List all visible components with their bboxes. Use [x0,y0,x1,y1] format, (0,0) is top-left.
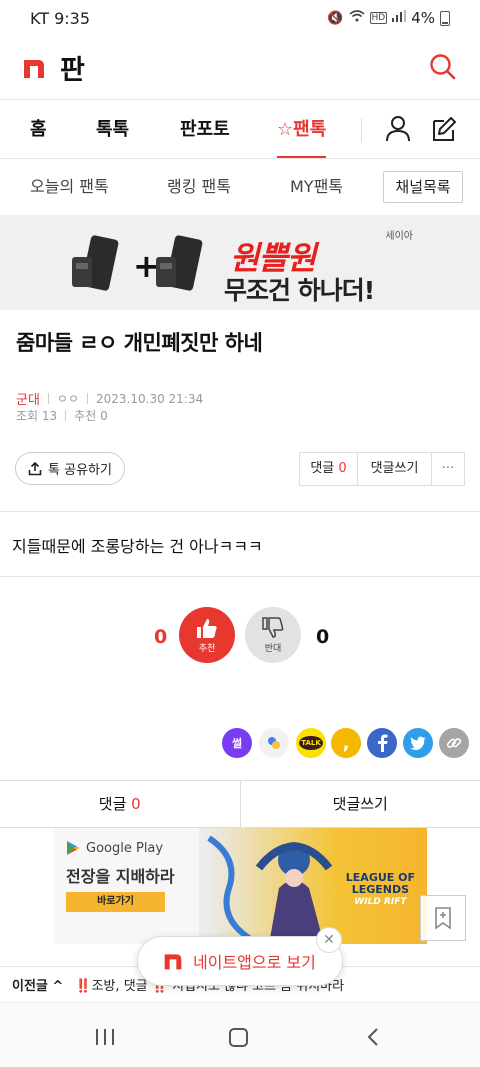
recommend-label: 추천 [198,643,216,654]
play-store-icon [67,841,80,855]
bookmark-button[interactable] [420,895,466,941]
comment-label: 댓글 [310,461,335,476]
gp-ad-title: 전장을 지배하라 [66,867,175,886]
copy-link-icon[interactable] [439,728,469,758]
oppose-label: 반대 [264,643,282,654]
post-views: 조회 13 [16,409,58,423]
sub-nav: 오늘의 팬톡 랭킹 팬톡 MY팬톡 채널목록 [0,159,480,215]
meta-divider [65,410,67,421]
main-nav: 홈 톡톡 판포토 ☆팬톡 [0,100,480,159]
post-recommends: 추천 0 [74,409,108,423]
status-icons: 🔇 HD 4% [327,9,450,27]
search-icon[interactable] [428,52,458,82]
post-stats: 조회 13 추천 0 [16,407,108,424]
meta-divider [87,393,89,404]
more-options-button[interactable]: ··· [432,453,464,485]
battery-percent: 4% [411,9,435,27]
oppose-count: 0 [316,626,330,648]
write-comment-button[interactable]: 댓글쓰기 [358,453,432,485]
system-nav-bar [0,1002,480,1067]
comments-tab-label: 댓글 [98,795,127,813]
facebook-share-icon[interactable] [367,728,397,758]
channel-list-button[interactable]: 채널목록 [383,171,463,203]
twitter-share-icon[interactable] [403,728,433,758]
share-label: 톡 공유하기 [48,463,112,478]
user-icon[interactable] [384,114,412,144]
tab-home[interactable]: 홈 [30,100,47,159]
divider [0,511,480,512]
status-bar: KT 9:35 🔇 HD 4% [0,0,480,36]
home-icon[interactable] [229,1028,248,1047]
wifi-icon [348,10,365,26]
write-comment-tab[interactable]: 댓글쓰기 [241,781,480,827]
hd-badge: HD [369,12,388,24]
tab-toktok[interactable]: 톡톡 [96,100,129,159]
talk-badge: TALK [299,736,323,750]
comments-tab[interactable]: 댓글 0 [0,781,241,827]
kakaostory-share-icon[interactable]: , [331,728,361,758]
recommend-button[interactable]: 추천 [179,607,235,663]
write-icon[interactable] [430,114,458,144]
close-icon[interactable]: ✕ [316,927,342,953]
gp-ad-button[interactable]: 바로가기 [66,892,165,912]
google-play-brand: Google Play [86,840,164,856]
thumbs-up-icon [197,618,217,638]
divider [0,576,480,577]
game-logo-line2: LEGENDS [351,883,410,896]
share-icon [28,461,42,475]
recommend-count: 0 [154,626,168,648]
post-body: 지들때문에 조롱당하는 건 아나ㅋㅋㅋ [12,537,263,556]
post-action-group: 댓글 0 댓글쓰기 ··· [299,452,465,486]
game-character-image: LEAGUE OF LEGENDS WILD RIFT [199,828,427,944]
top-header: 판 [0,36,480,100]
thumbs-down-icon [262,616,284,638]
post-title: 줌마들 ㄹㅇ 개민폐짓만 하네 [16,331,263,355]
band-share-icon[interactable] [259,728,289,758]
post-author: ㅇㅇ [56,392,80,406]
game-logo-line3: WILD RIFT [354,897,407,907]
ad-subline: 무조건 하나더! [224,276,375,305]
tab-fantalk[interactable]: ☆팬톡 [277,100,327,158]
tab-my-fantalk[interactable]: MY팬톡 [290,159,343,215]
tab-ranking-fantalk[interactable]: 랭킹 팬톡 [167,159,231,215]
meta-divider [47,393,49,404]
game-logo: LEAGUE OF LEGENDS WILD RIFT [346,872,415,908]
mute-icon: 🔇 [327,10,344,26]
tab-panphoto[interactable]: 판포토 [180,100,230,159]
status-carrier-time: KT 9:35 [30,8,91,28]
post-category[interactable]: 군대 [16,389,40,408]
previous-post-text: 이전글 [12,979,48,994]
back-icon[interactable] [366,1027,380,1047]
chevron-up-icon: ^ [52,979,64,994]
oppose-button[interactable]: 반대 [245,607,301,663]
tab-today-fantalk[interactable]: 오늘의 팬톡 [30,159,109,215]
bookmark-add-icon [435,907,451,930]
signal-icon [392,10,407,26]
google-play-logo: Google Play [66,840,163,856]
nate-logo-icon [164,954,182,970]
talk-share-button[interactable]: 톡 공유하기 [15,452,125,485]
recent-apps-icon[interactable] [96,1029,114,1045]
ssul-share-icon[interactable]: 썰 [222,728,252,758]
belt-image-left [66,233,130,301]
open-in-app-label: 네이트앱으로 보기 [193,953,316,972]
nate-logo-icon[interactable] [22,56,46,80]
comment-bar: 댓글 0 댓글쓰기 [0,780,480,828]
belt-image-right [150,233,214,301]
comment-count: 0 [338,461,347,476]
kakaotalk-share-icon[interactable]: TALK [296,728,326,758]
comment-count-button[interactable]: 댓글 0 [300,453,358,485]
google-play-ad[interactable]: Google Play 전장을 지배하라 바로가기 LEAGUE OF LEGE… [54,828,427,944]
nav-divider [361,118,362,142]
post-meta: 군대 ㅇㅇ 2023.10.30 21:34 [16,389,204,409]
page-title: 판 [60,55,85,86]
previous-post-label: 이전글 ^ [12,975,63,994]
ad-brand-badge: 세이아 [385,231,413,242]
ad-banner[interactable]: 세이아 + 원쁠원 무조건 하나더! [0,215,480,310]
comments-tab-count: 0 [131,795,141,813]
open-in-app-button[interactable]: 네이트앱으로 보기 [137,936,343,986]
battery-icon [440,10,450,26]
post-datetime: 2023.10.30 21:34 [96,391,204,406]
